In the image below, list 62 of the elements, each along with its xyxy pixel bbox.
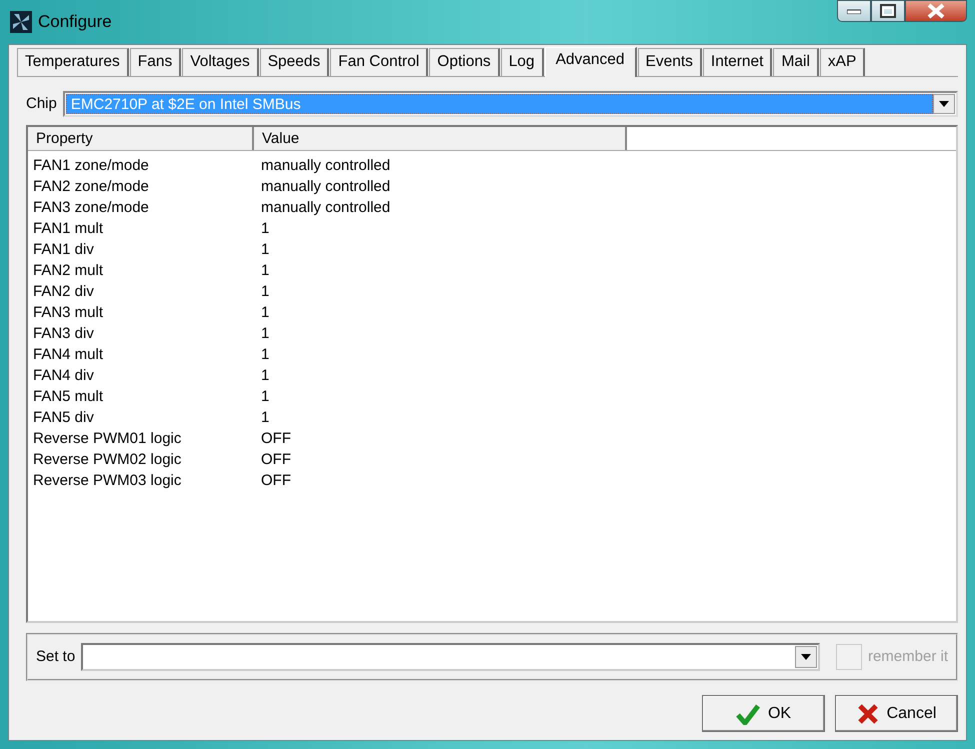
table-cell-text: OFF bbox=[261, 429, 291, 449]
value-field[interactable] bbox=[81, 643, 820, 671]
ok-button[interactable]: OK bbox=[702, 695, 825, 732]
column-header[interactable]: Value bbox=[254, 127, 627, 150]
table-cell-text: 1 bbox=[261, 345, 270, 365]
table-cell-text: FAN1 mult bbox=[33, 219, 104, 239]
table-cell-text: FAN1 zone/mode bbox=[33, 156, 150, 176]
table-cell-text: manually controlled bbox=[261, 156, 390, 176]
tab[interactable]: Fan Control bbox=[330, 48, 428, 76]
table-cell-text: 1 bbox=[261, 261, 270, 281]
tab[interactable]: Events bbox=[638, 48, 702, 76]
close-button[interactable] bbox=[905, 0, 967, 22]
table-cell-text: 1 bbox=[261, 387, 270, 407]
minimize-button[interactable] bbox=[837, 0, 871, 22]
table-cell-text: manually controlled bbox=[261, 177, 390, 197]
fan-icon bbox=[10, 10, 32, 34]
close-icon bbox=[927, 3, 945, 19]
table-cell-text: FAN3 mult bbox=[33, 303, 104, 323]
table-cell-text: FAN1 div bbox=[33, 240, 95, 260]
table-cell-text: FAN4 mult bbox=[33, 345, 104, 365]
table-cell-text: FAN5 mult bbox=[33, 387, 104, 407]
table-cell-text: FAN3 zone/mode bbox=[33, 198, 150, 218]
table-cell-text: FAN3 div bbox=[33, 324, 95, 344]
table-cell-text: Reverse PWM03 logic bbox=[33, 471, 182, 491]
maximize-icon bbox=[880, 4, 896, 18]
table-cell-text: 1 bbox=[261, 366, 270, 386]
minimize-icon bbox=[847, 8, 861, 14]
tab[interactable]: Fans bbox=[130, 48, 182, 76]
table-cell-text: Reverse PWM01 logic bbox=[33, 429, 182, 449]
table-cell-text: FAN2 mult bbox=[33, 261, 104, 281]
set-to-label: Set to bbox=[36, 646, 76, 667]
table-cell-text: 1 bbox=[261, 408, 270, 428]
checkbox-label: remember it bbox=[868, 646, 948, 667]
chip-label: Chip bbox=[26, 94, 57, 114]
tab[interactable]: Options bbox=[429, 48, 500, 76]
table-cell-text: manually controlled bbox=[261, 198, 390, 218]
table-cell-text: FAN2 div bbox=[33, 282, 95, 302]
column-header[interactable]: Property bbox=[28, 127, 254, 150]
table-cell-text: Reverse PWM02 logic bbox=[33, 450, 182, 470]
table-cell-text: FAN4 div bbox=[33, 366, 95, 386]
tab[interactable]: Temperatures bbox=[17, 48, 129, 76]
table-cell-text: 1 bbox=[261, 219, 270, 239]
table-cell-text: 1 bbox=[261, 282, 270, 302]
table-cell-text: FAN5 div bbox=[33, 408, 95, 428]
tab[interactable]: Internet bbox=[702, 48, 772, 76]
tab[interactable]: Mail bbox=[773, 48, 819, 76]
tab[interactable]: Voltages bbox=[182, 48, 259, 76]
table-cell-text: OFF bbox=[261, 450, 291, 470]
maximize-button[interactable] bbox=[871, 0, 905, 22]
table-cell-text: 1 bbox=[261, 303, 270, 323]
table-cell-text: FAN2 zone/mode bbox=[33, 177, 150, 197]
table-cell-text: 1 bbox=[261, 324, 270, 344]
cross-icon bbox=[856, 702, 879, 724]
window-title: Configure bbox=[38, 11, 112, 34]
tab[interactable]: Advanced bbox=[544, 46, 637, 77]
table-cell-text: OFF bbox=[261, 471, 291, 491]
cancel-button[interactable]: Cancel bbox=[835, 695, 958, 732]
tab[interactable]: Log bbox=[500, 48, 544, 76]
table-cell-text: 1 bbox=[261, 240, 270, 260]
tab[interactable]: xAP bbox=[820, 48, 866, 76]
check-icon bbox=[736, 702, 760, 724]
tab[interactable]: Speeds bbox=[260, 48, 330, 76]
